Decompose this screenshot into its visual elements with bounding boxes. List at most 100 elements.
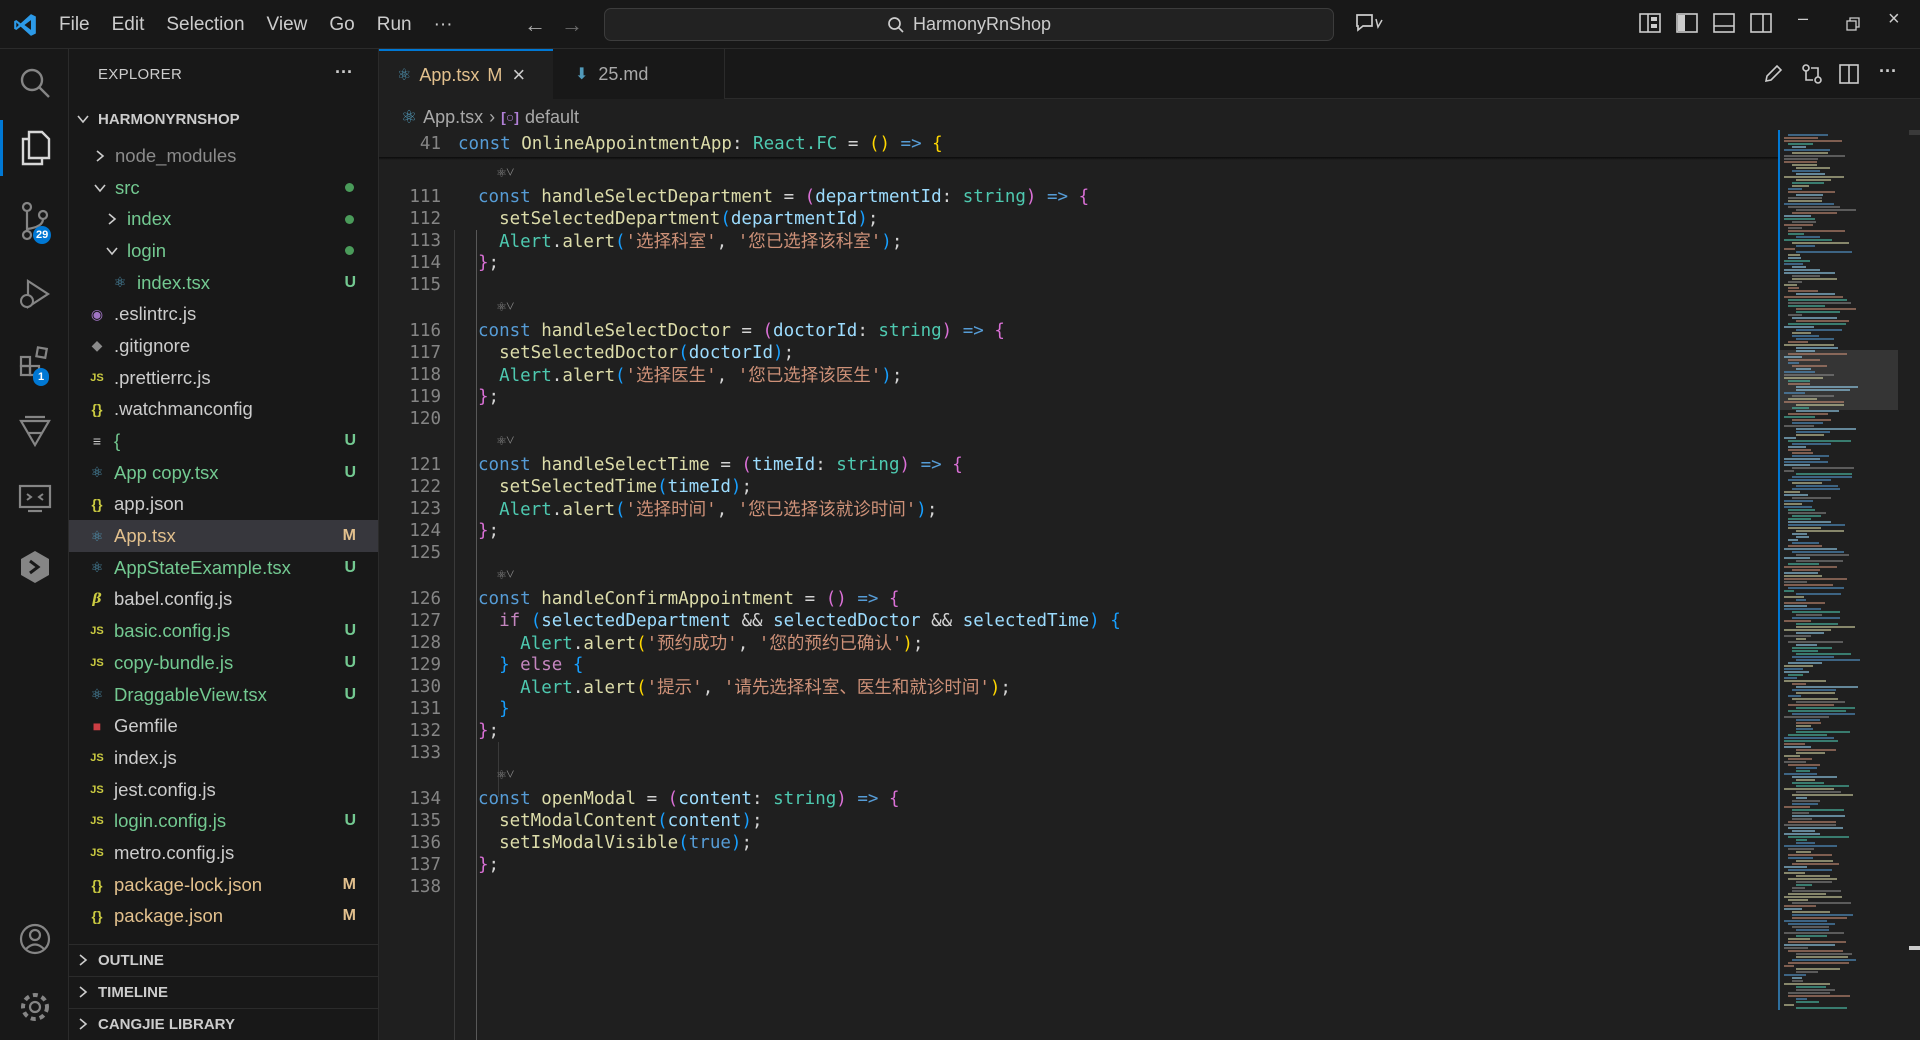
project-folder-header[interactable]: HARMONYRNSHOP	[69, 105, 378, 133]
beaker-icon	[18, 415, 51, 448]
tree-item-app-json[interactable]: {} app.json	[69, 489, 378, 521]
minimap[interactable]	[1778, 130, 1898, 1030]
tree-item-index-folder[interactable]: index	[69, 203, 378, 235]
codelens-copilot-icon[interactable]: ⚛˅	[497, 762, 515, 786]
test-view-button[interactable]	[0, 403, 69, 459]
close-window-icon[interactable]: ×	[1888, 8, 1900, 31]
timeline-section-header[interactable]: TIMELINE	[69, 976, 378, 1007]
tab-app-tsx[interactable]: ⚛ App.tsx M ×	[379, 49, 553, 99]
command-center-search[interactable]: HarmonyRnShop	[604, 8, 1334, 41]
tree-item-login-config[interactable]: JS login.config.js U	[69, 805, 378, 837]
tree-item-src[interactable]: src	[69, 172, 378, 204]
tree-item-jest-config[interactable]: JS jest.config.js	[69, 774, 378, 806]
explorer-more-actions[interactable]: ···	[335, 62, 353, 83]
outline-section-header[interactable]: OUTLINE	[69, 944, 378, 975]
cangjie-library-section-header[interactable]: CANGJIE LIBRARY	[69, 1008, 378, 1039]
menu-more[interactable]: ···	[423, 14, 464, 36]
tree-item-basic-config[interactable]: JS basic.config.js U	[69, 615, 378, 647]
harmony-view-button[interactable]	[0, 539, 69, 595]
tree-item-app-copy-tsx[interactable]: ⚛ App copy.tsx U	[69, 457, 378, 489]
tree-item-login-folder[interactable]: login	[69, 235, 378, 267]
git-status-modified: M	[342, 875, 356, 893]
code-text: setSelectedTime(timeId);	[499, 476, 752, 497]
minimap-line	[1792, 794, 1853, 796]
minimap-line	[1784, 356, 1802, 358]
minimap-line	[1788, 821, 1836, 823]
manage-button[interactable]	[0, 979, 69, 1035]
customize-layout-icon[interactable]	[1638, 11, 1662, 35]
copilot-chat-icon[interactable]	[1354, 11, 1384, 37]
code-text: const OnlineAppointmentApp: React.FC = (…	[458, 133, 943, 154]
minimize-icon[interactable]: –	[1798, 8, 1808, 29]
tree-item-metro-config[interactable]: JS metro.config.js	[69, 837, 378, 869]
run-debug-view-button[interactable]	[0, 266, 69, 322]
tree-item-draggableview[interactable]: ⚛ DraggableView.tsx U	[69, 679, 378, 711]
pencil-icon[interactable]	[1762, 63, 1784, 85]
minimap-line	[1796, 386, 1858, 388]
tree-item-package-lock[interactable]: {} package-lock.json M	[69, 869, 378, 901]
close-icon[interactable]: ×	[512, 62, 525, 88]
tree-item-gemfile[interactable]: ■ Gemfile	[69, 710, 378, 742]
tree-item-app-tsx[interactable]: ⚛ App.tsx M	[69, 520, 378, 552]
tree-item-appstateexample[interactable]: ⚛ AppStateExample.tsx U	[69, 552, 378, 584]
split-editor-icon[interactable]	[1838, 63, 1860, 85]
tree-item-brace-file[interactable]: ≡ { U	[69, 425, 378, 457]
menu-edit[interactable]: Edit	[101, 14, 156, 36]
source-control-view-button[interactable]: 29	[0, 193, 69, 249]
minimap-line	[1796, 644, 1817, 646]
explorer-view-button[interactable]	[0, 120, 69, 176]
minimap-line	[1784, 248, 1795, 250]
tree-item-watchmanconfig[interactable]: {} .watchmanconfig	[69, 394, 378, 426]
toggle-secondary-sidebar-icon[interactable]	[1749, 11, 1773, 35]
scrollbar-thumb[interactable]	[1909, 946, 1920, 950]
minimap-line	[1784, 458, 1820, 460]
toggle-primary-sidebar-icon[interactable]	[1675, 11, 1699, 35]
menu-run[interactable]: Run	[366, 14, 423, 36]
minimap-line	[1788, 359, 1820, 361]
remote-explorer-view-button[interactable]	[0, 470, 69, 526]
minimap-line	[1792, 467, 1854, 469]
tree-item-gitignore[interactable]: ◆ .gitignore	[69, 330, 378, 362]
sticky-scroll-line[interactable]: 41 const OnlineAppointmentApp: React.FC …	[379, 130, 1779, 157]
tab-25-md[interactable]: ⬇ 25.md	[553, 49, 725, 99]
vertical-scrollbar[interactable]	[1909, 130, 1920, 1040]
back-arrow-icon[interactable]: ←	[524, 12, 546, 38]
tree-item-index-js[interactable]: JS index.js	[69, 742, 378, 774]
open-changes-icon[interactable]	[1800, 62, 1824, 86]
codelens-copilot-icon[interactable]: ⚛˅	[497, 160, 515, 184]
minimap-line	[1796, 209, 1856, 211]
chevron-right-icon	[78, 953, 92, 967]
breadcrumb-file[interactable]: App.tsx	[423, 107, 483, 128]
tree-item-package-json[interactable]: {} package.json M	[69, 901, 378, 933]
restore-icon[interactable]	[1846, 17, 1860, 31]
minimap-line	[1792, 212, 1837, 214]
react-icon: ⚛	[397, 67, 412, 84]
toggle-panel-icon[interactable]	[1712, 11, 1736, 35]
minimap-line	[1796, 719, 1820, 721]
tree-item-prettierrc[interactable]: JS .prettierrc.js	[69, 362, 378, 394]
tree-item-copy-bundle[interactable]: JS copy-bundle.js U	[69, 647, 378, 679]
menu-selection[interactable]: Selection	[155, 14, 255, 36]
tree-item-eslintrc[interactable]: ◉ .eslintrc.js	[69, 298, 378, 330]
minimap-line	[1796, 245, 1815, 247]
accounts-button[interactable]	[0, 911, 69, 967]
breadcrumb: ⚛ App.tsx › [○] default	[401, 105, 579, 129]
menu-file[interactable]: File	[48, 14, 101, 36]
codelens-copilot-icon[interactable]: ⚛˅	[497, 294, 515, 318]
breadcrumb-symbol[interactable]: default	[525, 107, 579, 128]
minimap-line	[1796, 389, 1850, 391]
search-view-button[interactable]	[0, 55, 69, 111]
code-text: if (selectedDepartment && selectedDoctor…	[499, 610, 1121, 631]
more-actions-icon[interactable]: ···	[1879, 61, 1897, 82]
code-editor[interactable]: 41 const OnlineAppointmentApp: React.FC …	[379, 130, 1779, 1040]
codelens-copilot-icon[interactable]: ⚛˅	[497, 428, 515, 452]
menu-go[interactable]: Go	[318, 14, 365, 36]
extensions-view-button[interactable]: 1	[0, 334, 69, 390]
tree-item-node-modules[interactable]: node_modules	[69, 140, 378, 172]
codelens-copilot-icon[interactable]: ⚛˅	[497, 562, 515, 586]
minimap-line	[1784, 416, 1815, 418]
tree-item-babel-config[interactable]: β babel.config.js	[69, 584, 378, 616]
forward-arrow-icon[interactable]: →	[561, 12, 583, 38]
menu-view[interactable]: View	[256, 14, 319, 36]
tree-item-login-index-tsx[interactable]: ⚛ index.tsx U	[69, 267, 378, 299]
